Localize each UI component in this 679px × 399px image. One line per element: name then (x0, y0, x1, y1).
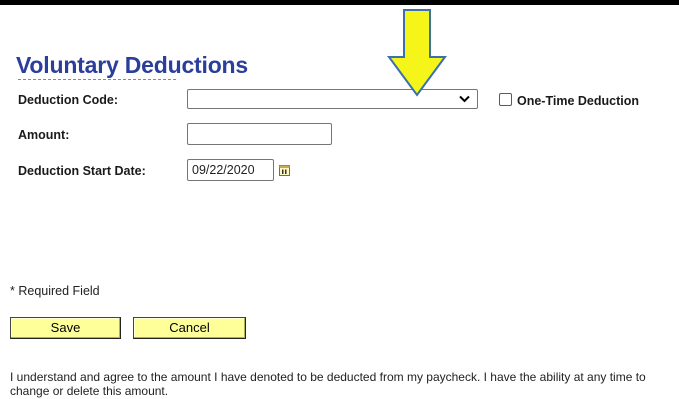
required-field-note: * Required Field (10, 284, 100, 298)
calendar-icon[interactable] (279, 163, 290, 176)
cancel-button[interactable]: Cancel (133, 317, 246, 339)
title-underline (18, 79, 176, 81)
page-title: Voluntary Deductions (16, 52, 248, 78)
amount-input[interactable] (187, 123, 332, 145)
agreement-text: I understand and agree to the amount I h… (10, 370, 646, 398)
save-button[interactable]: Save (10, 317, 121, 339)
one-time-deduction-checkbox[interactable] (499, 93, 512, 106)
one-time-deduction-label: One-Time Deduction (517, 94, 640, 108)
start-date-input[interactable] (187, 159, 274, 181)
deduction-code-label: Deduction Code: (18, 93, 118, 107)
amount-label: Amount: (18, 128, 70, 142)
arrow-down-icon (387, 9, 447, 97)
start-date-label: Deduction Start Date: (18, 164, 146, 178)
top-rule (0, 0, 679, 5)
chevron-down-icon (459, 92, 470, 106)
